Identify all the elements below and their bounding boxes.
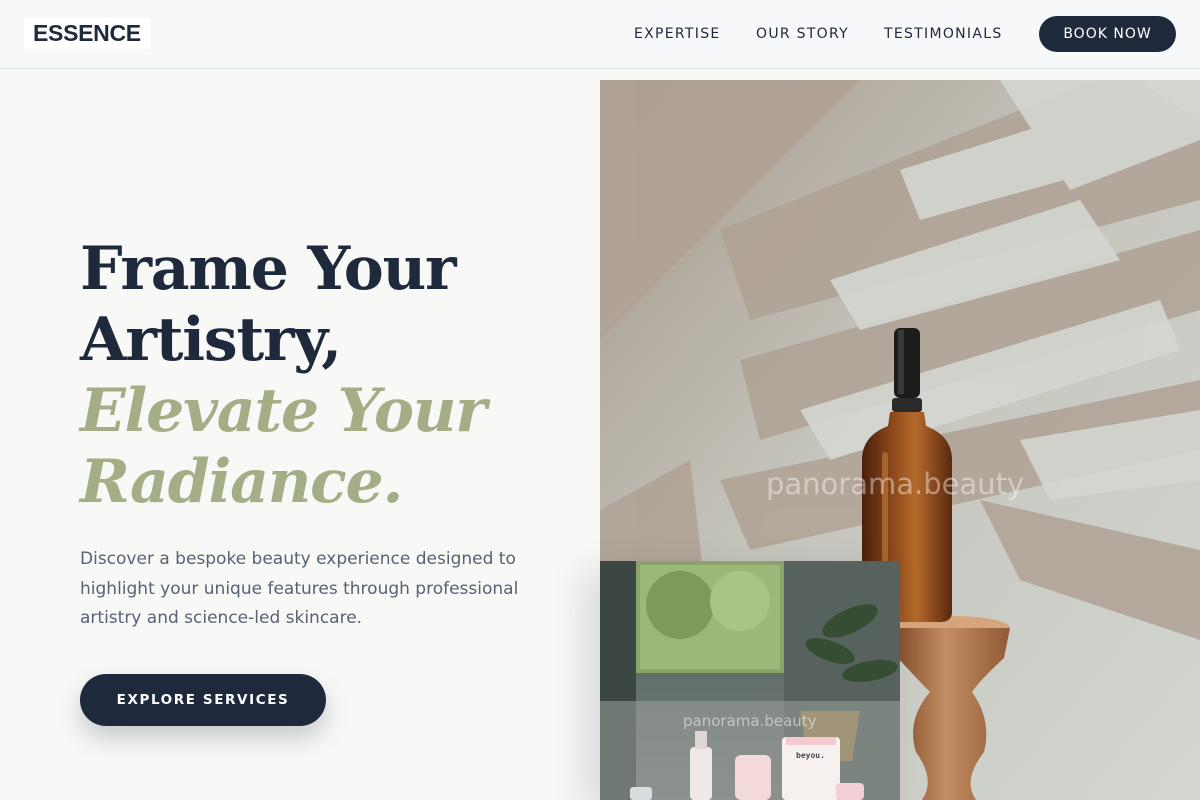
site-header: ESSENCE EXPERTISE OUR STORY TESTIMONIALS… <box>0 0 1200 69</box>
book-now-button[interactable]: BOOK NOW <box>1039 16 1176 52</box>
nav-link-our-story[interactable]: OUR STORY <box>756 24 849 44</box>
headline-line-1: Frame Your <box>80 234 457 304</box>
hero-headline: Frame Your Artistry, Elevate Your Radian… <box>80 234 580 518</box>
nav-link-expertise[interactable]: EXPERTISE <box>634 24 721 44</box>
headline-line-2: Artistry, <box>80 305 342 375</box>
image-watermark: panorama.beauty <box>766 467 1025 501</box>
explore-services-button[interactable]: EXPLORE SERVICES <box>80 674 326 726</box>
product-brand-label: beyou. <box>796 751 825 760</box>
skincare-products-illustration <box>600 561 900 800</box>
main-nav: EXPERTISE OUR STORY TESTIMONIALS <box>0 0 1200 68</box>
skincare-products-photo: panorama.beauty beyou. <box>600 561 900 800</box>
headline-accent-line-1: Elevate Your <box>80 376 487 446</box>
hero-description: Discover a bespoke beauty experience des… <box>80 549 519 628</box>
inset-image-watermark: panorama.beauty <box>683 712 817 730</box>
nav-link-testimonials[interactable]: TESTIMONIALS <box>884 24 1003 44</box>
headline-accent-line-2: Radiance. <box>80 447 403 517</box>
